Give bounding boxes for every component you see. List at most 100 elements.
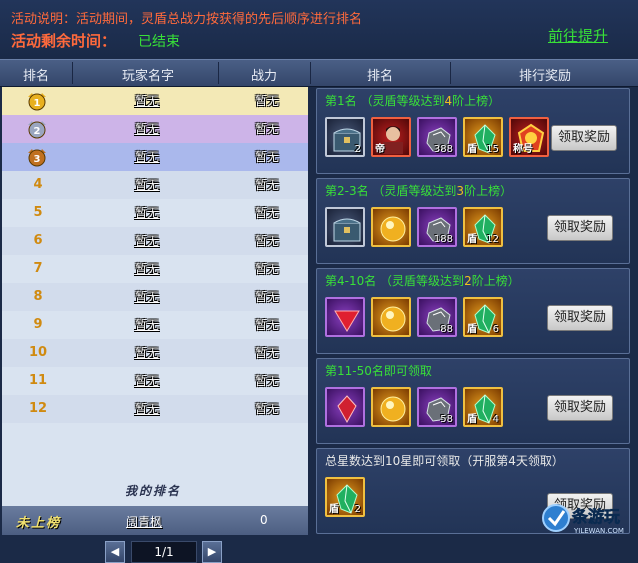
medal-icon: 1	[28, 93, 46, 111]
player-power: 暂无	[254, 262, 279, 276]
player-name[interactable]: 暂无	[122, 171, 172, 199]
item-quantity: 15	[486, 144, 499, 155]
reward-item[interactable]: 58	[417, 387, 457, 427]
my-rank-status: 未上榜	[16, 516, 62, 531]
my-player-name[interactable]: 阔青枫	[126, 513, 162, 530]
reward-panel: 第4-10名 （灵盾等级达到2阶上榜） 88 盾 6 领取奖励	[316, 268, 630, 354]
item-tag: 盾	[467, 144, 477, 155]
activity-description: 活动说明：活动期间，灵盾总战力按获得的先后顺序进行排名	[11, 12, 363, 27]
rank-number: 8	[33, 289, 43, 304]
player-name[interactable]: 暂无	[122, 199, 172, 227]
rank-number: 4	[33, 177, 43, 192]
goto-upgrade-link[interactable]: 前往提升	[548, 25, 608, 46]
player-power: 暂无	[254, 122, 279, 136]
player-name[interactable]: 暂无	[122, 339, 172, 367]
col-rank: 排名	[22, 69, 49, 84]
reward-panel: 第2-3名 （灵盾等级达到3阶上榜） 188 盾 12 领取奖励	[316, 178, 630, 264]
reward-item[interactable]	[325, 297, 365, 337]
arrow-right-icon[interactable]: ▶	[202, 541, 222, 563]
table-row: 10 暂无 暂无	[2, 339, 308, 367]
reward-title: 第1名 （灵盾等级达到4阶上榜）	[325, 94, 501, 108]
item-quantity: 4	[492, 414, 499, 425]
rank-number: 12	[28, 401, 48, 416]
table-row: 6 暂无 暂无	[2, 227, 308, 255]
claim-reward-button[interactable]: 领取奖励	[547, 395, 613, 421]
claim-reward-button[interactable]: 领取奖励	[547, 305, 613, 331]
table-header: 排名 玩家名字 战力 排名 排行奖励	[0, 59, 638, 87]
player-power: 暂无	[254, 318, 279, 332]
item-tag: 盾	[329, 504, 339, 515]
ranking-list: 1 暂无 暂无 2 暂无 暂无 3 暂无 暂无 4 暂无 暂无 5 暂无 暂无 6 暂无 暂无 7 暂无 暂无 8 暂无…	[2, 87, 308, 563]
table-row: 11 暂无 暂无	[2, 367, 308, 395]
player-name[interactable]: 暂无	[122, 283, 172, 311]
rank-number: 5	[33, 205, 43, 220]
reward-item[interactable]: 盾 15	[463, 117, 503, 157]
player-power: 暂无	[254, 374, 279, 388]
table-row: 9 暂无 暂无	[2, 311, 308, 339]
reward-panel: 第1名 （灵盾等级达到4阶上榜） 2 帝 388 盾 15 称号 领取奖励	[316, 88, 630, 174]
reward-item[interactable]: 盾 12	[463, 207, 503, 247]
col-reward: 排行奖励	[518, 69, 571, 84]
item-quantity: 58	[440, 414, 453, 425]
player-power: 暂无	[254, 402, 279, 416]
reward-item[interactable]	[371, 297, 411, 337]
rank-number: 2	[34, 126, 41, 137]
reward-item[interactable]: 盾6	[463, 297, 503, 337]
player-name[interactable]: 暂无	[122, 87, 172, 115]
reward-item[interactable]	[371, 387, 411, 427]
item-quantity: 2	[354, 144, 361, 155]
reward-title: 总星数达到10星即可领取（开服第4天领取）	[325, 454, 564, 468]
player-power: 暂无	[254, 94, 279, 108]
reward-item[interactable]	[371, 207, 411, 247]
col-power: 战力	[250, 69, 277, 84]
player-name[interactable]: 暂无	[122, 115, 172, 143]
col-reward-rank: 排名	[366, 69, 393, 84]
reward-item[interactable]: 88	[417, 297, 457, 337]
table-row: 1 暂无 暂无	[2, 87, 308, 115]
item-tag: 盾	[467, 414, 477, 425]
claim-reward-button[interactable]: 领取奖励	[551, 125, 617, 151]
reward-title: 第2-3名 （灵盾等级达到3阶上榜）	[325, 184, 513, 198]
svg-text:条游玩: 条游玩	[571, 507, 620, 526]
medal-icon: 2	[28, 121, 46, 139]
player-power: 暂无	[254, 234, 279, 248]
rank-number: 6	[33, 233, 43, 248]
remaining-time-value: 已结束	[138, 34, 180, 50]
player-power: 暂无	[254, 290, 279, 304]
reward-item[interactable]	[325, 387, 365, 427]
player-name[interactable]: 暂无	[122, 395, 172, 423]
player-name[interactable]: 暂无	[122, 227, 172, 255]
player-name[interactable]: 暂无	[122, 311, 172, 339]
reward-item[interactable]: 盾4	[463, 387, 503, 427]
reward-item[interactable]: 帝	[371, 117, 411, 157]
my-rank-label: 我的排名	[125, 484, 182, 498]
item-quantity: 12	[486, 234, 499, 245]
watermark-logo: 条游玩 YILEWAN.COM	[540, 500, 636, 536]
reward-item[interactable]: 称号	[509, 117, 549, 157]
svg-text:YILEWAN.COM: YILEWAN.COM	[573, 527, 624, 535]
page-indicator: 1/1	[131, 541, 197, 563]
reward-item[interactable]	[325, 207, 365, 247]
rank-number: 1	[34, 98, 41, 109]
reward-item[interactable]: 2	[325, 117, 365, 157]
col-player-name: 玩家名字	[121, 69, 174, 84]
reward-item[interactable]: 188	[417, 207, 457, 247]
my-power: 0	[260, 513, 268, 527]
player-name[interactable]: 暂无	[122, 143, 172, 171]
player-name[interactable]: 暂无	[122, 367, 172, 395]
rank-number: 9	[33, 317, 43, 332]
item-tag: 盾	[467, 234, 477, 245]
reward-title: 第4-10名 （灵盾等级达到2阶上榜）	[325, 274, 520, 288]
reward-item[interactable]: 盾2	[325, 477, 365, 517]
rank-number: 11	[28, 373, 48, 388]
reward-item[interactable]: 388	[417, 117, 457, 157]
player-power: 暂无	[254, 150, 279, 164]
player-name[interactable]: 暂无	[122, 255, 172, 283]
remaining-time-label: 活动剩余时间：	[11, 32, 117, 50]
arrow-left-icon[interactable]: ◀	[105, 541, 125, 563]
item-quantity: 388	[433, 144, 453, 155]
reward-panel: 第11-50名即可领取 58 盾 4 领取奖励	[316, 358, 630, 444]
claim-reward-button[interactable]: 领取奖励	[547, 215, 613, 241]
item-tag: 帝	[375, 144, 385, 155]
rank-number: 3	[34, 154, 41, 165]
